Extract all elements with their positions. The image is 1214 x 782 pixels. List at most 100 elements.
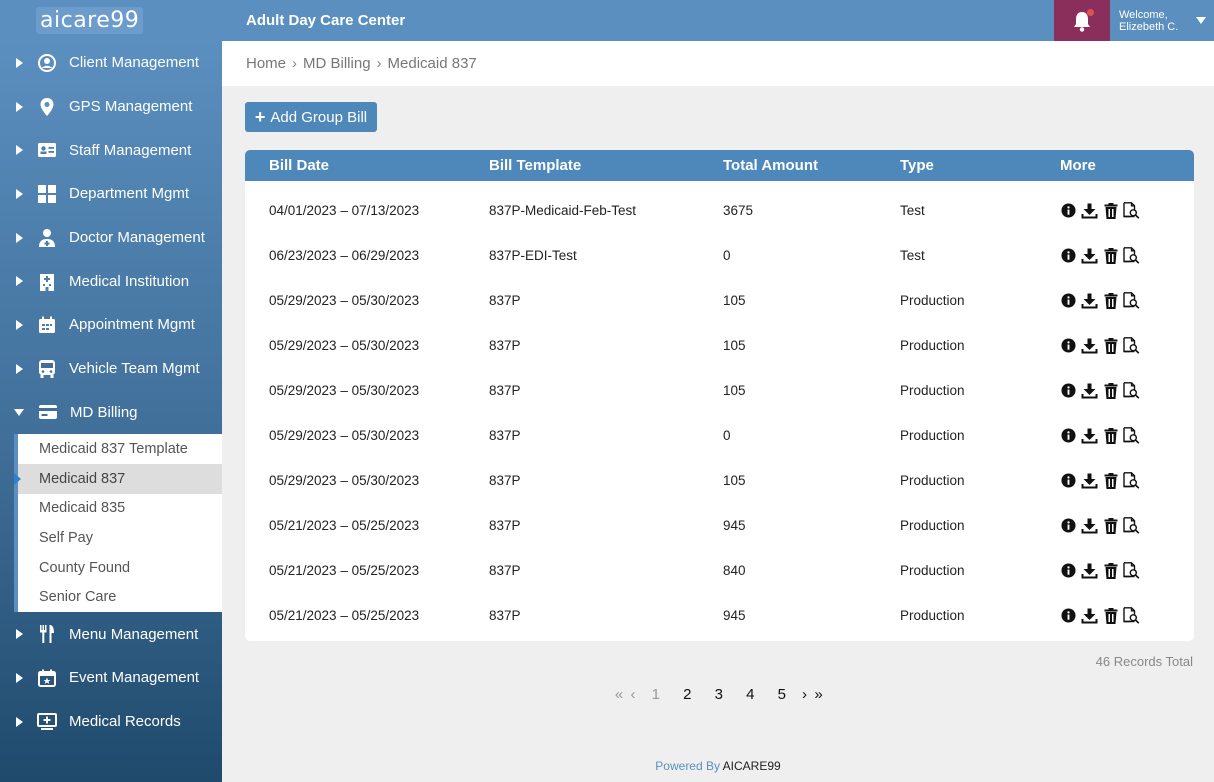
submenu-item-medicaid-835[interactable]: Medicaid 835 (18, 494, 222, 524)
id-card-icon (37, 140, 57, 160)
download-icon[interactable] (1081, 247, 1098, 264)
sidebar-item-doctor-management[interactable]: Doctor Management (0, 216, 222, 260)
sidebar-item-medical-records[interactable]: Medical Records (0, 700, 222, 744)
chevron-right-icon (16, 188, 23, 199)
top-bar: aicare99 Adult Day Care Center Welcome, … (0, 0, 1214, 41)
cell-bill-template: 837P (489, 293, 521, 308)
info-icon[interactable] (1060, 337, 1077, 354)
download-icon[interactable] (1081, 382, 1098, 399)
cell-bill-template: 837P (489, 563, 521, 578)
download-icon[interactable] (1081, 292, 1098, 309)
cell-total-amount: 3675 (723, 203, 754, 218)
info-icon[interactable] (1060, 607, 1077, 624)
trash-icon[interactable] (1102, 292, 1119, 309)
md-billing-submenu: Medicaid 837 Template Medicaid 837 Medic… (14, 434, 222, 613)
chevron-right-icon (16, 629, 23, 640)
first-page-icon[interactable]: « (612, 686, 626, 703)
download-icon[interactable] (1081, 337, 1098, 354)
download-icon[interactable] (1081, 517, 1098, 534)
cell-total-amount: 105 (723, 293, 746, 308)
page-5[interactable]: 5 (766, 686, 798, 703)
page-2[interactable]: 2 (672, 686, 704, 703)
sidebar-item-menu-management[interactable]: Menu Management (0, 612, 222, 656)
location-pin-icon (37, 97, 57, 117)
sidebar-item-client-management[interactable]: Client Management (0, 41, 222, 85)
file-search-icon[interactable] (1123, 427, 1140, 444)
info-icon[interactable] (1060, 202, 1077, 219)
submenu-item-medicaid-837-template[interactable]: Medicaid 837 Template (18, 434, 222, 464)
download-icon[interactable] (1081, 562, 1098, 579)
trash-icon[interactable] (1102, 202, 1119, 219)
sidebar-item-md-billing[interactable]: MD Billing (0, 391, 222, 435)
trash-icon[interactable] (1102, 427, 1119, 444)
info-icon[interactable] (1060, 517, 1077, 534)
trash-icon[interactable] (1102, 382, 1119, 399)
sidebar-item-event-management[interactable]: Event Management (0, 656, 222, 700)
user-menu[interactable]: Welcome, Elizebeth C. (1110, 0, 1214, 41)
page-4[interactable]: 4 (735, 686, 767, 703)
info-icon[interactable] (1060, 562, 1077, 579)
download-icon[interactable] (1081, 607, 1098, 624)
trash-icon[interactable] (1102, 337, 1119, 354)
bus-icon (37, 359, 57, 379)
cell-total-amount: 0 (723, 428, 731, 443)
file-search-icon[interactable] (1123, 607, 1140, 624)
last-page-icon[interactable]: » (812, 686, 826, 703)
footer-brand[interactable]: AICARE99 (723, 759, 781, 773)
download-icon[interactable] (1081, 472, 1098, 489)
submenu-item-medicaid-837[interactable]: Medicaid 837 (14, 463, 222, 494)
sidebar-item-department-mgmt[interactable]: Department Mgmt (0, 172, 222, 216)
cell-bill-date: 05/29/2023 – 05/30/2023 (269, 293, 420, 308)
info-icon[interactable] (1060, 292, 1077, 309)
cell-type: Production (900, 608, 965, 623)
info-icon[interactable] (1060, 247, 1077, 264)
file-search-icon[interactable] (1123, 247, 1140, 264)
sidebar-item-medical-institution[interactable]: Medical Institution (0, 259, 222, 303)
add-group-bill-button[interactable]: + Add Group Bill (245, 102, 377, 132)
trash-icon[interactable] (1102, 607, 1119, 624)
file-search-icon[interactable] (1123, 292, 1140, 309)
prev-page-icon[interactable]: ‹ (626, 686, 640, 703)
table-header: Bill Date Bill Template Total Amount Typ… (245, 150, 1194, 181)
trash-icon[interactable] (1102, 472, 1119, 489)
chevron-right-icon (16, 57, 23, 68)
notification-button[interactable] (1054, 0, 1110, 41)
cell-bill-date: 06/23/2023 – 06/29/2023 (269, 248, 420, 263)
breadcrumb-md-billing[interactable]: MD Billing (303, 55, 371, 72)
info-icon[interactable] (1060, 382, 1077, 399)
trash-icon[interactable] (1102, 562, 1119, 579)
file-search-icon[interactable] (1123, 202, 1140, 219)
sidebar-item-staff-management[interactable]: Staff Management (0, 128, 222, 172)
chevron-right-icon (16, 101, 23, 112)
next-page-icon[interactable]: › (798, 686, 812, 703)
info-icon[interactable] (1060, 427, 1077, 444)
sidebar-item-appointment-mgmt[interactable]: Appointment Mgmt (0, 303, 222, 347)
submenu-item-self-pay[interactable]: Self Pay (18, 523, 222, 553)
cell-bill-date: 04/01/2023 – 07/13/2023 (269, 203, 420, 218)
file-search-icon[interactable] (1123, 517, 1140, 534)
table-row: 05/21/2023 – 05/25/2023 837P 840 Production (245, 548, 1194, 593)
file-search-icon[interactable] (1123, 337, 1140, 354)
sidebar-item-gps-management[interactable]: GPS Management (0, 85, 222, 129)
submenu-item-county-found[interactable]: County Found (18, 553, 222, 583)
breadcrumb-home[interactable]: Home (246, 55, 286, 72)
download-icon[interactable] (1081, 202, 1098, 219)
file-search-icon[interactable] (1123, 472, 1140, 489)
page-3[interactable]: 3 (703, 686, 735, 703)
file-search-icon[interactable] (1123, 382, 1140, 399)
page-1[interactable]: 1 (640, 686, 672, 703)
logo[interactable]: aicare99 (36, 7, 144, 34)
cell-more-actions (1060, 472, 1194, 489)
trash-icon[interactable] (1102, 247, 1119, 264)
download-icon[interactable] (1081, 427, 1098, 444)
submenu-item-senior-care[interactable]: Senior Care (18, 583, 222, 613)
fork-knife-icon (37, 624, 57, 644)
file-search-icon[interactable] (1123, 562, 1140, 579)
table-row: 05/29/2023 – 05/30/2023 837P 105 Production (245, 278, 1194, 323)
sidebar-item-vehicle-team-mgmt[interactable]: Vehicle Team Mgmt (0, 347, 222, 391)
trash-icon[interactable] (1102, 517, 1119, 534)
sidebar-item-label: Medical Records (69, 713, 181, 731)
notification-dot (1087, 9, 1094, 16)
cell-bill-template: 837P (489, 383, 521, 398)
info-icon[interactable] (1060, 472, 1077, 489)
